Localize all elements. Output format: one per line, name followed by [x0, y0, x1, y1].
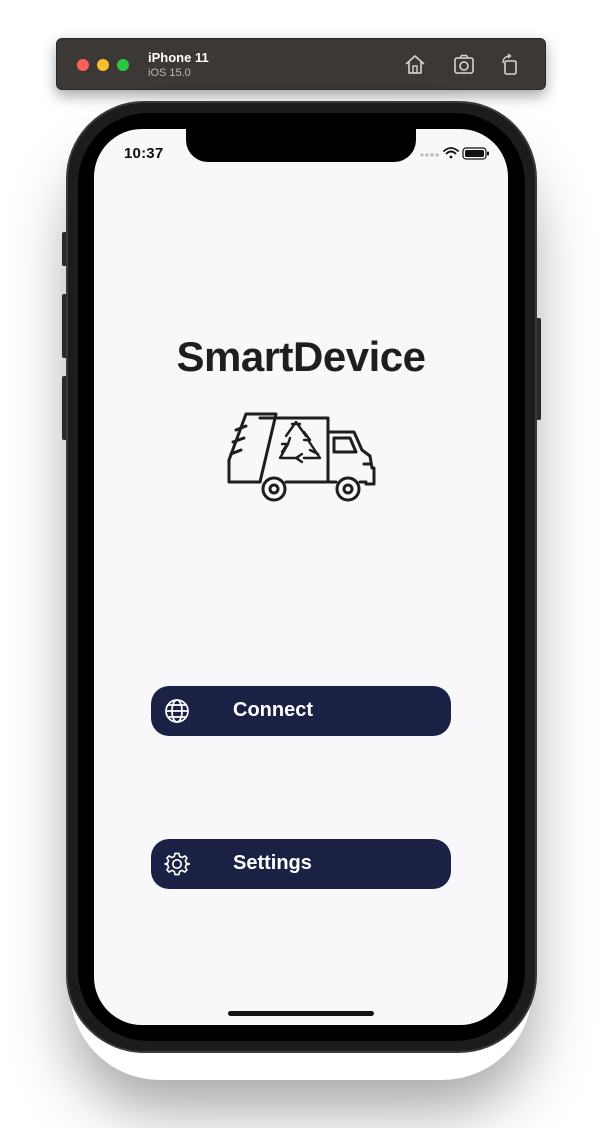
gear-icon	[164, 851, 190, 877]
wifi-icon	[443, 147, 459, 159]
home-icon	[405, 55, 425, 74]
simulator-toolbar: iPhone 11 iOS 15.0	[56, 38, 546, 90]
device-screen: 10:37 SmartDevice Connect Settings	[94, 129, 508, 1025]
zoom-window-button[interactable]	[117, 59, 129, 71]
close-window-button[interactable]	[77, 59, 89, 71]
screenshot-button[interactable]	[451, 52, 477, 78]
settings-button-label: Settings	[233, 852, 312, 874]
status-icons	[420, 146, 490, 160]
rotate-button[interactable]	[497, 52, 523, 78]
os-version: iOS 15.0	[148, 67, 191, 79]
settings-button[interactable]: Settings	[151, 839, 451, 889]
battery-icon	[462, 147, 489, 160]
signal-icon	[420, 153, 439, 157]
home-button[interactable]	[402, 52, 428, 78]
rotate-icon	[502, 53, 517, 75]
screenshot-icon	[454, 54, 474, 74]
device-name: iPhone 11	[148, 50, 209, 65]
status-time: 10:37	[124, 145, 164, 162]
connect-button[interactable]: Connect	[151, 686, 451, 736]
minimize-window-button[interactable]	[97, 59, 109, 71]
notch	[186, 129, 416, 162]
globe-icon	[164, 698, 190, 724]
home-indicator[interactable]	[228, 1011, 374, 1016]
recycling-truck-icon	[224, 412, 378, 504]
connect-button-label: Connect	[233, 699, 313, 721]
app-title: SmartDevice	[176, 333, 426, 380]
